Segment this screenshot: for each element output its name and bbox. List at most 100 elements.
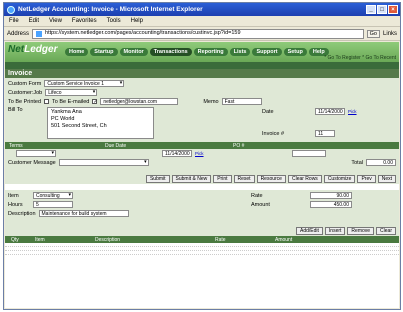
bill-to-line: PC World [51, 116, 75, 122]
grid-header-description: Description [95, 236, 121, 243]
close-button[interactable]: × [388, 5, 398, 14]
maximize-button[interactable]: □ [377, 5, 387, 14]
item-select[interactable]: Consulting [33, 192, 73, 199]
bill-to-label: Bill To [8, 107, 23, 113]
page-title: Invoice [5, 69, 399, 78]
invoice-number-label: Invoice # [262, 130, 285, 137]
custom-form-label: Custom Form [8, 80, 42, 87]
line-buttons: Add/Edit Insert Remove Clear [5, 226, 399, 236]
grid-header-qty: Qty [11, 236, 19, 243]
tab-reporting[interactable]: Reporting [193, 48, 228, 56]
add-edit-button[interactable]: Add/Edit [296, 227, 323, 235]
print-button[interactable]: Print [213, 175, 232, 183]
to-be-emailed-checkbox[interactable] [92, 99, 98, 104]
address-url: https://system.netledger.com/pages/accou… [45, 30, 241, 36]
submit-new-button[interactable]: Submit & New [171, 175, 212, 183]
menu-edit[interactable]: Edit [29, 18, 39, 24]
tab-setup[interactable]: Setup [283, 48, 307, 56]
browser-window: NetLedger Accounting: Invoice - Microsof… [3, 2, 401, 310]
terms-select[interactable] [16, 150, 56, 157]
clear-rows-button[interactable]: Clear Rows [287, 175, 322, 183]
menu-favorites[interactable]: Favorites [72, 18, 97, 24]
date-field[interactable]: 11/14/2000 [315, 108, 345, 115]
insert-button[interactable]: Insert [324, 227, 346, 235]
clear-button[interactable]: Clear [376, 227, 396, 235]
due-date-field[interactable]: 11/14/2000 [162, 150, 192, 157]
terms-header: Terms Due Date PO # [5, 142, 399, 149]
customer-message-select[interactable] [58, 159, 149, 166]
tab-lists[interactable]: Lists [229, 48, 251, 56]
hours-label: Hours [8, 201, 23, 208]
to-be-printed-checkbox[interactable] [44, 99, 50, 104]
po-label: PO # [233, 142, 245, 149]
description-field[interactable]: Maintenance for build system [38, 210, 129, 217]
date-pick-link[interactable]: Pick [348, 109, 357, 114]
due-date-pick-link[interactable]: Pick [195, 151, 204, 156]
tab-startup[interactable]: Startup [90, 48, 118, 56]
memo-field[interactable]: Fast [221, 98, 262, 105]
tab-monitor[interactable]: Monitor [119, 48, 148, 56]
rate-field[interactable]: 90.00 [310, 192, 352, 199]
window-controls: _ □ × [366, 5, 400, 14]
line-grid-header: Qty Item Description Rate Amount [5, 236, 399, 243]
bill-to-line: 501 Second Street, Ch [51, 123, 107, 129]
next-button[interactable]: Next [377, 175, 396, 183]
bill-to-address[interactable]: Yankma Ana PC World 501 Second Street, C… [47, 107, 154, 139]
tab-home[interactable]: Home [65, 48, 89, 56]
app-header: NetLedger Home Startup Monitor Transacti… [5, 42, 399, 62]
resource-button[interactable]: Resource [256, 175, 286, 183]
amount-label: Amount [251, 201, 270, 208]
email-field[interactable]: netledger@lowstan.com [100, 98, 179, 105]
title-bar: NetLedger Accounting: Invoice - Microsof… [4, 3, 400, 16]
remove-button[interactable]: Remove [347, 227, 375, 235]
memo-label: Memo [203, 98, 219, 105]
description-label: Description [8, 210, 36, 217]
menu-bar: File Edit View Favorites Tools Help [4, 16, 400, 27]
invoice-form: Custom Form Custom Service Invoice 1 Cus… [5, 78, 399, 174]
netledger-logo: NetLedger [8, 44, 58, 55]
address-bar: Address https://system.netledger.com/pag… [4, 27, 400, 41]
reset-button[interactable]: Reset [233, 175, 255, 183]
customer-message-label: Customer Message [8, 159, 56, 166]
hours-field[interactable]: 5 [33, 201, 73, 208]
table-row [5, 251, 399, 255]
page-icon [36, 30, 43, 37]
grid-header-rate: Rate [215, 236, 226, 243]
to-be-printed-label: To Be Printed [8, 98, 42, 105]
minimize-button[interactable]: _ [366, 5, 376, 14]
main-nav: Home Startup Monitor Transactions Report… [65, 48, 329, 56]
prev-button[interactable]: Prev [357, 175, 376, 183]
grid-header-item: Item [35, 236, 45, 243]
header-links[interactable]: * Go To Register * Go To Recent [324, 55, 396, 61]
customize-button[interactable]: Customize [323, 175, 356, 183]
menu-view[interactable]: View [49, 18, 62, 24]
po-field[interactable] [291, 150, 326, 157]
invoice-number-field[interactable]: 11 [315, 130, 335, 137]
menu-tools[interactable]: Tools [107, 18, 121, 24]
address-label: Address [7, 30, 30, 37]
links-button[interactable]: Links [383, 31, 397, 37]
menu-help[interactable]: Help [131, 18, 143, 24]
address-input[interactable]: https://system.netledger.com/pages/accou… [32, 28, 364, 39]
terms-label: Terms [9, 142, 23, 149]
window-title: NetLedger Accounting: Invoice - Microsof… [18, 6, 203, 13]
line-grid-body [5, 243, 399, 255]
total-label: Total [351, 159, 363, 166]
ie-logo-icon [7, 5, 15, 14]
submit-button[interactable]: Submit [145, 175, 170, 183]
custom-form-select[interactable]: Custom Service Invoice 1 [44, 80, 125, 87]
date-label: Date [262, 108, 274, 115]
customer-job-label: Customer:Job [8, 89, 43, 96]
to-be-emailed-label: To Be E-mailed [52, 98, 90, 105]
tab-support[interactable]: Support [252, 48, 282, 56]
customer-job-select[interactable]: Lifeco [45, 89, 98, 96]
action-buttons: Submit Submit & New Print Reset Resource… [5, 174, 399, 184]
line-item-form: Item Consulting Rate 90.00 Hours 5 Amoun… [5, 190, 399, 226]
grid-header-amount: Amount [275, 236, 293, 243]
tab-transactions[interactable]: Transactions [149, 48, 192, 56]
menu-file[interactable]: File [9, 18, 19, 24]
rate-label: Rate [251, 192, 263, 199]
amount-field[interactable]: 450.00 [310, 201, 352, 208]
page-content: NetLedger Home Startup Monitor Transacti… [5, 42, 399, 308]
go-button[interactable]: Go [366, 29, 380, 38]
